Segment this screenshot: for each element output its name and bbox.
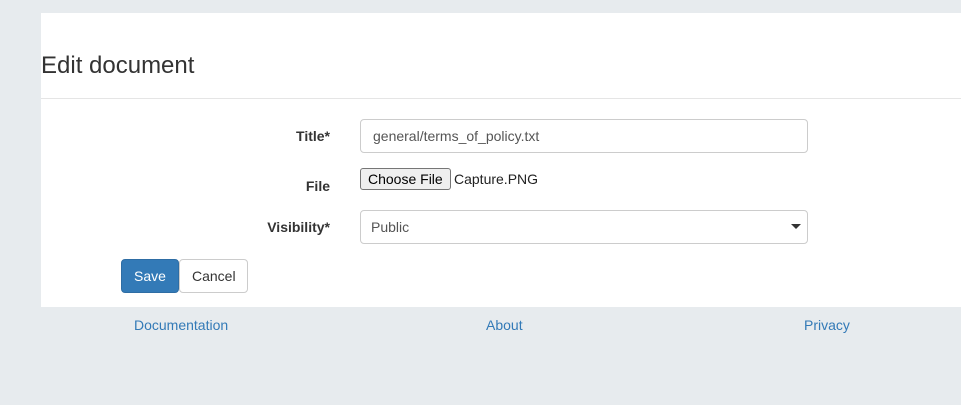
title-label: Title* xyxy=(296,128,330,144)
save-button[interactable]: Save xyxy=(121,259,179,293)
page-title: Edit document xyxy=(41,52,195,79)
chevron-down-icon xyxy=(791,224,801,229)
visibility-label: Visibility* xyxy=(267,219,330,235)
edit-document-card: Edit document Title* File Choose File Ca… xyxy=(41,13,961,307)
card-header: Edit document xyxy=(41,13,961,99)
footer-link-privacy[interactable]: Privacy xyxy=(804,317,850,333)
visibility-selected-value: Public xyxy=(371,219,410,235)
file-label: File xyxy=(305,178,330,194)
choose-file-button[interactable]: Choose File xyxy=(360,168,451,190)
visibility-select[interactable]: Public xyxy=(360,210,808,244)
footer-link-about[interactable]: About xyxy=(486,317,523,333)
cancel-button[interactable]: Cancel xyxy=(179,259,248,293)
footer-link-documentation[interactable]: Documentation xyxy=(134,317,228,333)
file-name: Capture.PNG xyxy=(454,171,539,187)
title-input[interactable] xyxy=(360,119,808,153)
